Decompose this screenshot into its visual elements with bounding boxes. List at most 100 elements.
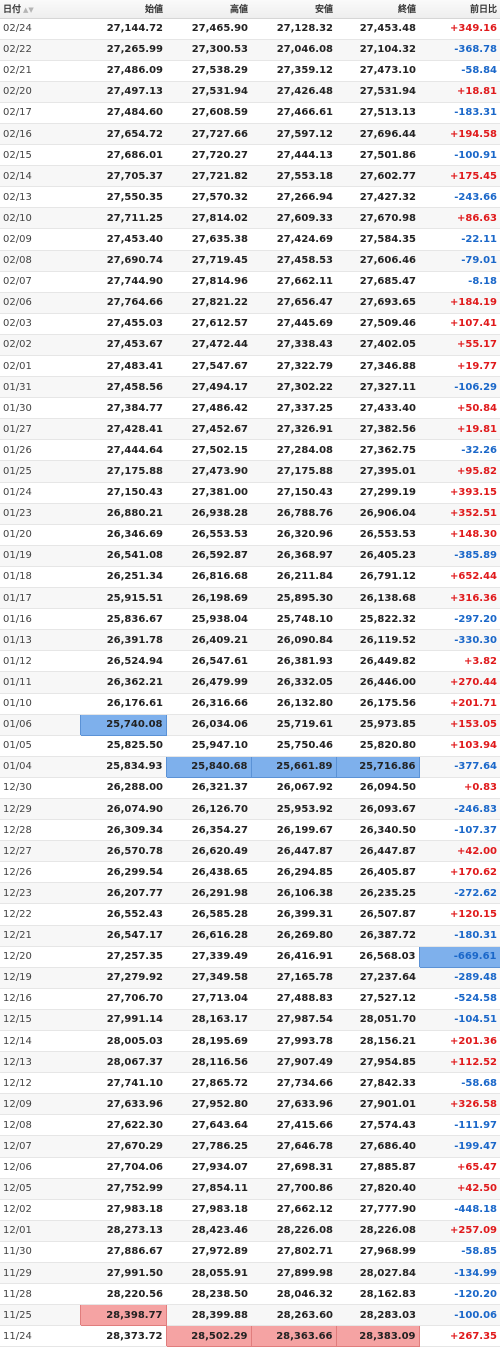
cell-high: 27,952.80 [166, 1093, 251, 1116]
cell-high: 26,354.27 [166, 819, 251, 842]
cell-high: 28,423.46 [166, 1220, 251, 1242]
cell-change: -246.83 [419, 798, 500, 821]
cell-low: 27,338.43 [251, 334, 336, 357]
cell-change: -120.20 [419, 1283, 500, 1306]
cell-date: 02/15 [0, 144, 80, 167]
cell-close: 25,973.85 [336, 714, 419, 736]
cell-open: 27,711.25 [80, 207, 166, 230]
table-row: 12/29 26,074.90 26,126.70 25,953.92 26,093.6… [0, 798, 500, 821]
cell-high: 28,238.50 [166, 1283, 251, 1306]
table-row: 02/02 27,453.67 27,472.44 27,338.43 27,402.0… [0, 334, 500, 357]
table-row: 02/14 27,705.37 27,721.82 27,553.18 27,602.7… [0, 165, 500, 188]
table-row: 02/22 27,265.99 27,300.53 27,046.08 27,104.3… [0, 39, 500, 61]
cell-low: 27,046.08 [251, 39, 336, 61]
cell-date: 01/17 [0, 587, 80, 610]
cell-date: 02/07 [0, 271, 80, 293]
table-row: 01/12 26,524.94 26,547.61 26,381.93 26,449.8… [0, 650, 500, 673]
cell-close: 26,446.00 [336, 671, 419, 694]
cell-open: 27,752.99 [80, 1178, 166, 1200]
cell-open: 27,886.67 [80, 1241, 166, 1264]
cell-low: 28,226.08 [251, 1220, 336, 1242]
column-header-close[interactable]: 終値 [336, 0, 419, 19]
cell-low: 27,359.12 [251, 60, 336, 82]
cell-change: +50.84 [419, 397, 500, 420]
cell-change: -134.99 [419, 1262, 500, 1285]
table-row: 01/30 27,384.77 27,486.42 27,337.25 27,433.4… [0, 397, 500, 420]
cell-close: 27,968.99 [336, 1241, 419, 1264]
cell-high: 27,608.59 [166, 102, 251, 124]
cell-low: 28,263.60 [251, 1304, 336, 1327]
cell-date: 12/08 [0, 1114, 80, 1137]
cell-close: 26,138.68 [336, 587, 419, 610]
table-row: 01/31 27,458.56 27,494.17 27,302.22 27,327.1… [0, 376, 500, 399]
table-row: 12/15 27,991.14 28,163.17 27,987.54 28,051.7… [0, 1009, 500, 1032]
cell-date: 02/21 [0, 60, 80, 82]
column-header-date[interactable]: 日付 ▲▼ [0, 0, 80, 19]
column-header-change[interactable]: 前日比 [419, 0, 500, 19]
cell-open: 26,362.21 [80, 671, 166, 694]
cell-high: 27,786.25 [166, 1135, 251, 1158]
cell-open: 27,991.50 [80, 1262, 166, 1285]
cell-high: 25,938.04 [166, 608, 251, 631]
cell-low: 27,553.18 [251, 165, 336, 188]
cell-open: 27,690.74 [80, 250, 166, 272]
cell-change: -100.06 [419, 1304, 500, 1327]
cell-date: 11/24 [0, 1325, 80, 1347]
cell-close: 25,822.32 [336, 608, 419, 631]
cell-low: 26,090.84 [251, 629, 336, 652]
cell-change: +652.44 [419, 566, 500, 589]
cell-open: 26,570.78 [80, 840, 166, 863]
table-row: 02/15 27,686.01 27,720.27 27,444.13 27,501.8… [0, 144, 500, 167]
cell-close: 27,574.43 [336, 1114, 419, 1137]
cell-close: 26,507.87 [336, 903, 419, 926]
cell-close: 26,447.87 [336, 840, 419, 863]
cell-date: 02/06 [0, 292, 80, 314]
cell-open: 26,288.00 [80, 777, 166, 799]
cell-close: 26,235.25 [336, 882, 419, 905]
cell-high: 28,502.29 [165, 1325, 252, 1347]
cell-low: 27,907.49 [251, 1051, 336, 1074]
cell-high: 26,438.65 [166, 861, 251, 884]
table-row: 02/20 27,497.13 27,531.94 27,426.48 27,531.9… [0, 81, 500, 103]
sort-arrows-icon[interactable]: ▲▼ [23, 6, 34, 14]
cell-close: 27,696.44 [336, 123, 419, 146]
cell-open: 27,622.30 [80, 1114, 166, 1137]
cell-close: 26,119.52 [336, 629, 419, 652]
column-header-high[interactable]: 高値 [166, 0, 251, 19]
cell-change: +19.77 [419, 355, 500, 378]
column-header-open[interactable]: 始値 [80, 0, 166, 19]
cell-open: 27,279.92 [80, 967, 166, 989]
cell-open: 27,983.18 [80, 1199, 166, 1221]
cell-open: 26,880.21 [80, 503, 166, 525]
table-row: 12/21 26,547.17 26,616.28 26,269.80 26,387.7… [0, 925, 500, 947]
cell-date: 01/31 [0, 376, 80, 399]
column-header-low[interactable]: 安値 [251, 0, 336, 19]
cell-open: 26,346.69 [80, 524, 166, 546]
cell-change: -100.91 [419, 144, 500, 167]
cell-close: 27,473.10 [336, 60, 419, 82]
cell-high: 26,126.70 [166, 798, 251, 821]
table-row: 12/22 26,552.43 26,585.28 26,399.31 26,507.8… [0, 903, 500, 926]
cell-date: 12/13 [0, 1051, 80, 1074]
table-row: 01/05 25,825.50 25,947.10 25,750.46 25,820.8… [0, 735, 500, 757]
cell-date: 01/12 [0, 650, 80, 673]
cell-change: -524.58 [419, 988, 500, 1010]
cell-date: 01/25 [0, 460, 80, 483]
cell-high: 27,814.02 [166, 207, 251, 230]
table-row: 02/17 27,484.60 27,608.59 27,466.61 27,513.1… [0, 102, 500, 124]
cell-open: 25,915.51 [80, 587, 166, 610]
table-row: 11/28 28,220.56 28,238.50 28,046.32 28,162.8… [0, 1283, 500, 1306]
table-row: 12/14 28,005.03 28,195.69 27,993.78 28,156.2… [0, 1030, 500, 1053]
table-row: 12/05 27,752.99 27,854.11 27,700.86 27,820.4… [0, 1178, 500, 1200]
cell-high: 27,381.00 [166, 482, 251, 504]
cell-close: 27,527.12 [336, 988, 419, 1010]
cell-open: 27,483.41 [80, 355, 166, 378]
cell-open: 28,398.77 [79, 1304, 167, 1327]
cell-date: 02/20 [0, 81, 80, 103]
cell-date: 12/05 [0, 1178, 80, 1200]
cell-low: 27,165.78 [251, 967, 336, 989]
table-row: 02/03 27,455.03 27,612.57 27,445.69 27,509.4… [0, 313, 500, 335]
cell-low: 27,337.25 [251, 397, 336, 420]
cell-date: 01/26 [0, 439, 80, 462]
cell-date: 01/27 [0, 418, 80, 441]
